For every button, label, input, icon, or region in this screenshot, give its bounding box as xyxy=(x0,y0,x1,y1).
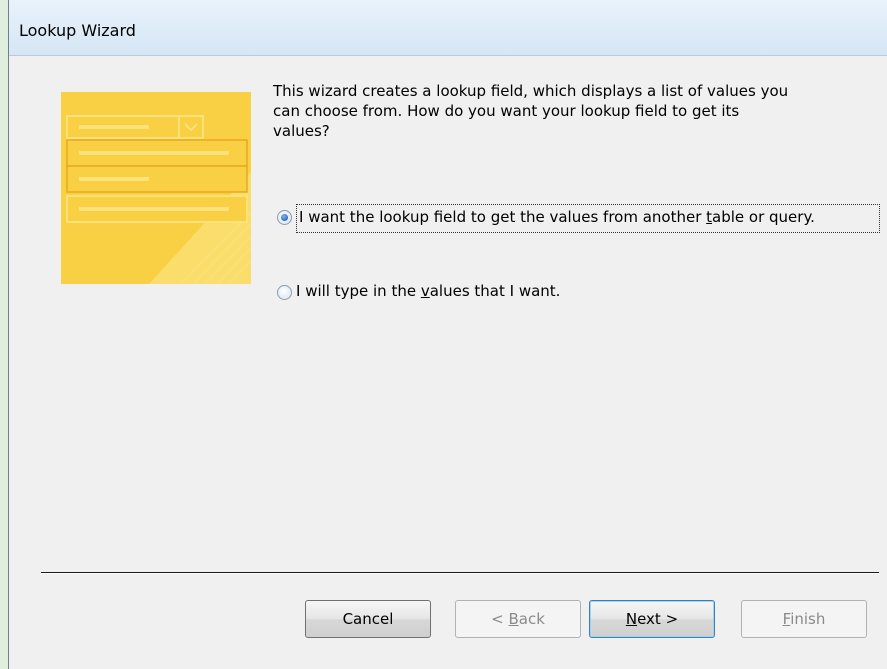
wizard-intro-text: This wizard creates a lookup field, whic… xyxy=(273,82,789,140)
back-button[interactable]: < Back xyxy=(455,600,581,638)
option-type-values[interactable]: I will type in the values that I want. xyxy=(277,279,560,303)
next-button[interactable]: Next > xyxy=(589,600,715,638)
option-type-values-label[interactable]: I will type in the values that I want. xyxy=(296,279,560,303)
cancel-button[interactable]: Cancel xyxy=(305,600,431,638)
radio-from-table-or-query[interactable] xyxy=(277,210,292,225)
option-from-table-or-query-label[interactable]: I want the lookup field to get the value… xyxy=(296,204,880,233)
option-from-table-or-query[interactable]: I want the lookup field to get the value… xyxy=(277,204,880,233)
window-title: Lookup Wizard xyxy=(19,21,136,40)
button-separator xyxy=(41,572,879,574)
lookup-field-illustration-icon xyxy=(61,92,251,284)
title-bar[interactable]: Lookup Wizard xyxy=(9,0,887,56)
lookup-wizard-dialog: Lookup Wizard This wizard creates a look… xyxy=(8,0,887,669)
finish-button[interactable]: Finish xyxy=(741,600,867,638)
radio-type-values[interactable] xyxy=(277,285,292,300)
